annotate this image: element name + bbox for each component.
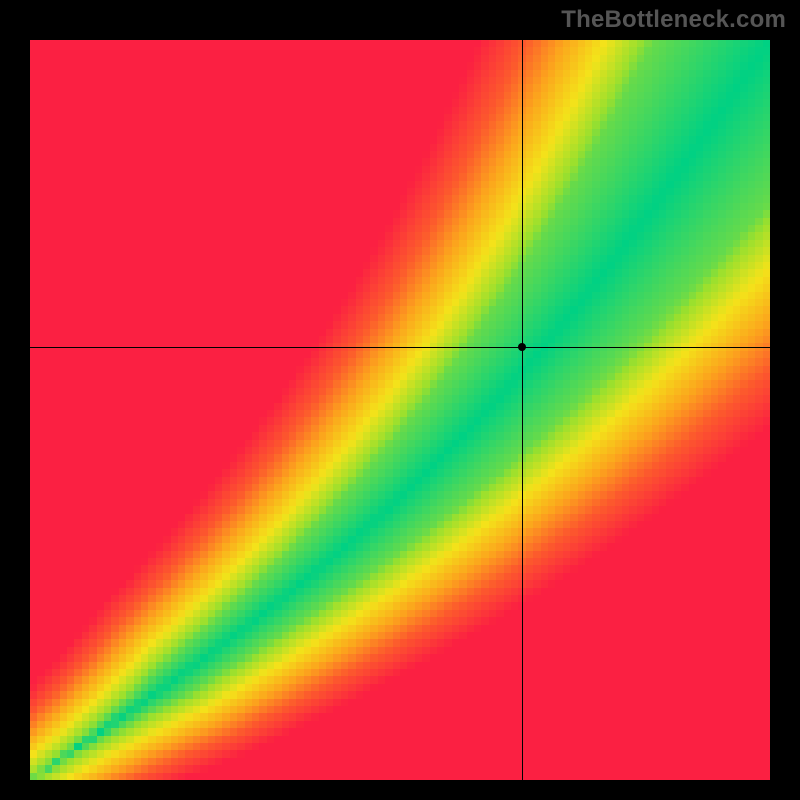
heatmap-plot-area [30, 40, 770, 780]
crosshair-horizontal [30, 347, 770, 348]
chart-frame: TheBottleneck.com [0, 0, 800, 800]
crosshair-vertical [522, 40, 523, 780]
watermark-text: TheBottleneck.com [561, 6, 786, 34]
heatmap-canvas [30, 40, 770, 780]
selected-point-icon [518, 343, 526, 351]
